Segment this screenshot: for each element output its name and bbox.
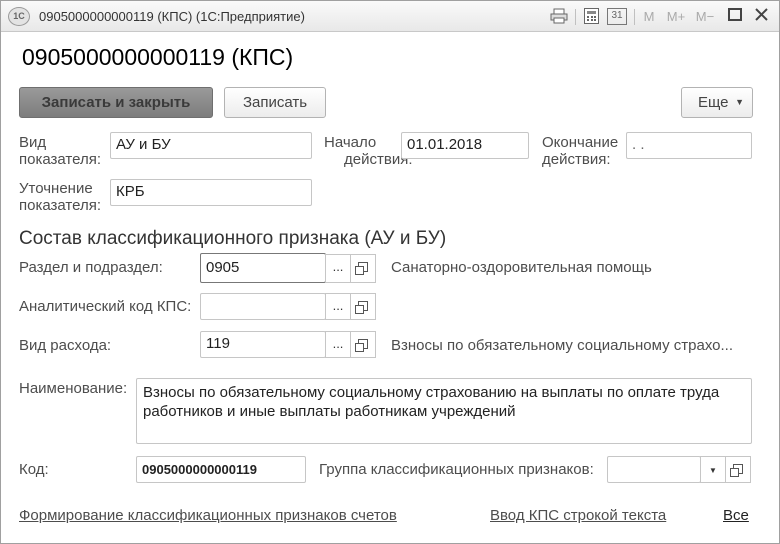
expense-type-label: Вид расхода: (19, 337, 112, 354)
analytic-code-field[interactable] (200, 293, 326, 320)
start-date-field[interactable]: 01.01.2018 (401, 132, 529, 159)
more-label: Еще (698, 94, 729, 111)
all-link[interactable]: Все (723, 507, 749, 524)
group-field[interactable] (607, 456, 701, 483)
refinement-field[interactable]: КРБ (110, 179, 312, 206)
name-textarea[interactable]: Взносы по обязательному социальному стра… (136, 378, 752, 444)
form-window: 1С 0905000000000119 (КПС) (1С:Предприяти… (0, 0, 780, 544)
chevron-down-icon: ▼ (735, 97, 744, 107)
more-menu-button[interactable]: Еще ▼ (681, 87, 753, 118)
refinement-label: Уточнение показателя: (19, 180, 102, 214)
forming-attributes-link[interactable]: Формирование классификационных признаков… (19, 507, 397, 524)
code-field[interactable]: 0905000000000119 (136, 456, 306, 483)
close-icon[interactable] (753, 8, 769, 25)
memory-m-button[interactable]: M (641, 8, 657, 25)
page-title: 0905000000000119 (КПС) (22, 44, 294, 70)
title-bar: 1С 0905000000000119 (КПС) (1С:Предприяти… (1, 1, 779, 32)
calendar-icon[interactable]: 31 (607, 8, 627, 25)
memory-minus-button[interactable]: M− (693, 8, 717, 25)
section-subsection-field[interactable]: 0905 (200, 253, 326, 283)
section-subsection-label: Раздел и подраздел: (19, 259, 163, 276)
end-date-label: Окончание действия: (542, 134, 619, 168)
expense-select-button[interactable]: ... (325, 331, 351, 358)
print-icon[interactable] (549, 8, 569, 25)
group-dropdown-button[interactable]: ▼ (700, 456, 726, 483)
start-date-label: Начало действия: (324, 134, 413, 168)
expense-open-icon[interactable] (350, 331, 376, 358)
code-label: Код: (19, 461, 49, 478)
memory-plus-button[interactable]: M+ (664, 8, 688, 25)
end-date-field[interactable]: . . (626, 132, 752, 159)
analytic-code-label: Аналитический код КПС: (19, 298, 192, 315)
maximize-icon[interactable] (727, 8, 743, 25)
indicator-type-label: Вид показателя: (19, 134, 102, 168)
analytic-select-button[interactable]: ... (325, 293, 351, 320)
indicator-type-field[interactable]: АУ и БУ (110, 132, 312, 159)
group-open-icon[interactable] (725, 456, 751, 483)
calculator-icon[interactable] (582, 8, 600, 25)
window-title: 0905000000000119 (КПС) (1С:Предприятие) (39, 9, 305, 24)
input-kps-text-link[interactable]: Ввод КПС строкой текста (490, 507, 666, 524)
section-open-icon[interactable] (350, 254, 376, 283)
chevron-down-icon: ▼ (709, 466, 717, 475)
expense-description: Взносы по обязательному социальному стра… (391, 337, 733, 354)
expense-type-field[interactable]: 119 (200, 331, 326, 358)
section-description: Санаторно-оздоровительная помощь (391, 259, 652, 276)
group-label: Группа классификационных признаков: (319, 461, 594, 478)
section-heading: Состав классификационного признака (АУ и… (19, 228, 447, 249)
name-label: Наименование: (19, 380, 128, 397)
app-logo-icon[interactable]: 1С (8, 7, 30, 26)
save-and-close-button[interactable]: Записать и закрыть (19, 87, 213, 118)
section-select-button[interactable]: ... (325, 254, 351, 283)
analytic-open-icon[interactable] (350, 293, 376, 320)
save-button[interactable]: Записать (224, 87, 326, 118)
